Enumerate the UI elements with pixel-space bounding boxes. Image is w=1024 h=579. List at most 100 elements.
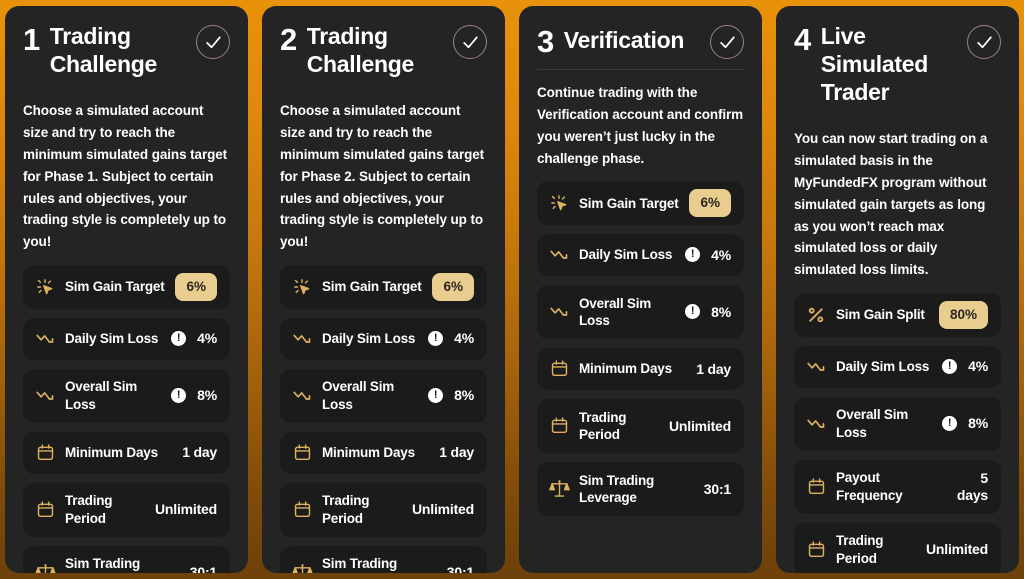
card-header: 4 Live Simulated Trader xyxy=(794,22,1001,116)
step-number: 2 xyxy=(280,22,297,57)
stat-row[interactable]: Sim Trading Leverage 30:1 xyxy=(280,545,487,573)
step-number: 3 xyxy=(537,24,554,59)
card-header: 3 Verification xyxy=(537,22,744,69)
stat-badge: 6% xyxy=(689,189,731,217)
stat-label: Daily Sim Loss xyxy=(322,330,416,346)
info-icon[interactable]: ! xyxy=(685,304,701,320)
card-description: You can now start trading on a simulated… xyxy=(794,131,988,278)
stat-row[interactable]: Minimum Days 1 day xyxy=(23,431,230,474)
stat-row[interactable]: Sim Trading Leverage 30:1 xyxy=(537,461,744,516)
stat-label: Minimum Days xyxy=(65,444,158,460)
stat-row[interactable]: Overall Sim Loss! 8% xyxy=(794,396,1001,451)
cursor-click-icon xyxy=(291,276,313,298)
stat-label: Payout Frequency xyxy=(836,470,903,503)
step-card: 2 Trading Challenge Choose a simulated acc… xyxy=(262,6,505,573)
stat-value: Unlimited xyxy=(155,501,217,518)
card-description: Continue trading with the Verification a… xyxy=(537,85,744,166)
info-icon[interactable]: ! xyxy=(942,359,958,375)
stat-row[interactable]: Overall Sim Loss! 8% xyxy=(23,368,230,423)
stat-value: 8% xyxy=(197,387,217,404)
card-header: 2 Trading Challenge xyxy=(280,22,487,88)
stat-label: Sim Trading Leverage xyxy=(322,556,398,572)
info-icon[interactable]: ! xyxy=(685,247,701,263)
stat-value: 4% xyxy=(968,358,988,375)
stat-row[interactable]: Overall Sim Loss! 8% xyxy=(537,284,744,339)
stat-value: 5 days xyxy=(956,469,988,503)
stat-label: Overall Sim Loss xyxy=(65,379,138,412)
card-description: Choose a simulated account size and try … xyxy=(23,103,228,250)
info-icon[interactable]: ! xyxy=(942,416,958,432)
card-title: Trading Challenge xyxy=(49,23,158,78)
stat-value: 4% xyxy=(711,246,731,263)
stat-value: 30:1 xyxy=(446,564,474,573)
cursor-click-icon xyxy=(34,276,56,298)
stats-list: Sim Gain Split 80% Daily Sim Loss! 4% Overal… xyxy=(794,293,1001,573)
trend-down-icon xyxy=(805,413,827,435)
stat-label: Trading Period xyxy=(579,409,627,442)
stat-row[interactable]: Trading Period Unlimited xyxy=(23,482,230,537)
info-icon[interactable]: ! xyxy=(171,331,187,347)
stat-row[interactable]: Trading Period Unlimited xyxy=(537,398,744,453)
stat-value: 30:1 xyxy=(189,564,217,573)
stat-row[interactable]: Minimum Days 1 day xyxy=(280,431,487,474)
check-circle-icon xyxy=(453,25,487,59)
header-divider xyxy=(537,69,744,70)
trend-down-icon xyxy=(548,244,570,266)
percent-icon xyxy=(805,304,827,326)
stat-value: 30:1 xyxy=(703,480,731,497)
stat-value: 4% xyxy=(197,330,217,347)
stat-badge: 6% xyxy=(175,273,217,301)
steps-board: 1 Trading Challenge Choose a simulated acc… xyxy=(0,0,1024,579)
scales-icon xyxy=(291,562,313,573)
stat-row[interactable]: Daily Sim Loss! 4% xyxy=(537,233,744,276)
step-card: 4 Live Simulated Trader You can now start … xyxy=(776,6,1019,573)
stat-row[interactable]: Sim Gain Split 80% xyxy=(794,293,1001,337)
stat-row[interactable]: Sim Gain Target 6% xyxy=(23,265,230,309)
card-header: 1 Trading Challenge xyxy=(23,22,230,88)
calendar-icon xyxy=(291,499,313,521)
stat-row[interactable]: Daily Sim Loss! 4% xyxy=(280,317,487,360)
calendar-icon xyxy=(805,476,827,498)
scales-icon xyxy=(34,562,56,573)
stat-value: Unlimited xyxy=(926,541,988,558)
check-circle-icon xyxy=(967,25,1001,59)
info-icon[interactable]: ! xyxy=(428,388,444,404)
stat-label: Sim Trading Leverage xyxy=(65,556,141,572)
stat-label: Trading Period xyxy=(65,493,113,526)
stat-row[interactable]: Minimum Days 1 day xyxy=(537,347,744,390)
stat-value: 8% xyxy=(968,415,988,432)
calendar-icon xyxy=(291,442,313,464)
calendar-icon xyxy=(34,499,56,521)
stat-row[interactable]: Daily Sim Loss! 4% xyxy=(23,317,230,360)
stat-label: Daily Sim Loss xyxy=(836,359,930,375)
stat-label: Overall Sim Loss xyxy=(836,407,909,440)
info-icon[interactable]: ! xyxy=(428,331,444,347)
stat-row[interactable]: Sim Trading Leverage 30:1 xyxy=(23,545,230,573)
step-card: 1 Trading Challenge Choose a simulated acc… xyxy=(5,6,248,573)
step-card: 3 Verification Continue trading with the V… xyxy=(519,6,762,573)
card-title: Verification xyxy=(563,27,685,54)
stat-badge: 80% xyxy=(938,301,988,329)
trend-down-icon xyxy=(34,328,56,350)
stat-row[interactable]: Daily Sim Loss! 4% xyxy=(794,345,1001,388)
stat-row[interactable]: Trading Period Unlimited xyxy=(794,522,1001,573)
calendar-icon xyxy=(34,442,56,464)
stat-row[interactable]: Overall Sim Loss! 8% xyxy=(280,368,487,423)
stat-value: 8% xyxy=(454,387,474,404)
info-icon[interactable]: ! xyxy=(171,388,187,404)
card-title: Trading Challenge xyxy=(306,23,415,78)
stat-value: 1 day xyxy=(182,444,217,461)
card-description: Choose a simulated account size and try … xyxy=(280,103,485,250)
stat-row[interactable]: Sim Gain Target 6% xyxy=(537,181,744,225)
check-circle-icon xyxy=(710,25,744,59)
stat-label: Overall Sim Loss xyxy=(579,295,652,328)
stat-row[interactable]: Sim Gain Target 6% xyxy=(280,265,487,309)
trend-down-icon xyxy=(34,385,56,407)
stat-row[interactable]: Payout Frequency 5 days xyxy=(794,459,1001,514)
calendar-icon xyxy=(805,539,827,561)
stat-badge: 6% xyxy=(432,273,474,301)
stat-value: Unlimited xyxy=(412,501,474,518)
stat-row[interactable]: Trading Period Unlimited xyxy=(280,482,487,537)
trend-down-icon xyxy=(805,356,827,378)
stat-label: Sim Gain Split xyxy=(836,307,925,323)
